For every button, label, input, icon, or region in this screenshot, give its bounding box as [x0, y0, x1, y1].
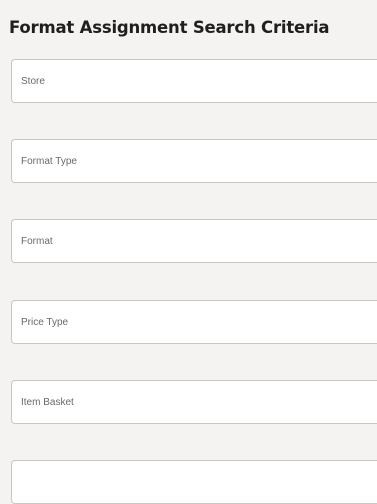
format-type-field[interactable]: Format Type [11, 139, 377, 183]
page-title: Format Assignment Search Criteria [9, 18, 330, 37]
item-basket-field-placeholder: Item Basket [21, 396, 74, 408]
format-field[interactable]: Format [11, 219, 377, 263]
store-field-placeholder: Store [21, 75, 45, 87]
store-field[interactable]: Store [11, 59, 377, 103]
price-type-field-placeholder: Price Type [21, 316, 69, 328]
item-basket-field[interactable]: Item Basket [11, 380, 377, 424]
format-field-placeholder: Format [21, 235, 53, 247]
partial-field[interactable] [11, 460, 377, 504]
format-type-field-placeholder: Format Type [21, 155, 77, 167]
price-type-field[interactable]: Price Type [11, 300, 377, 344]
